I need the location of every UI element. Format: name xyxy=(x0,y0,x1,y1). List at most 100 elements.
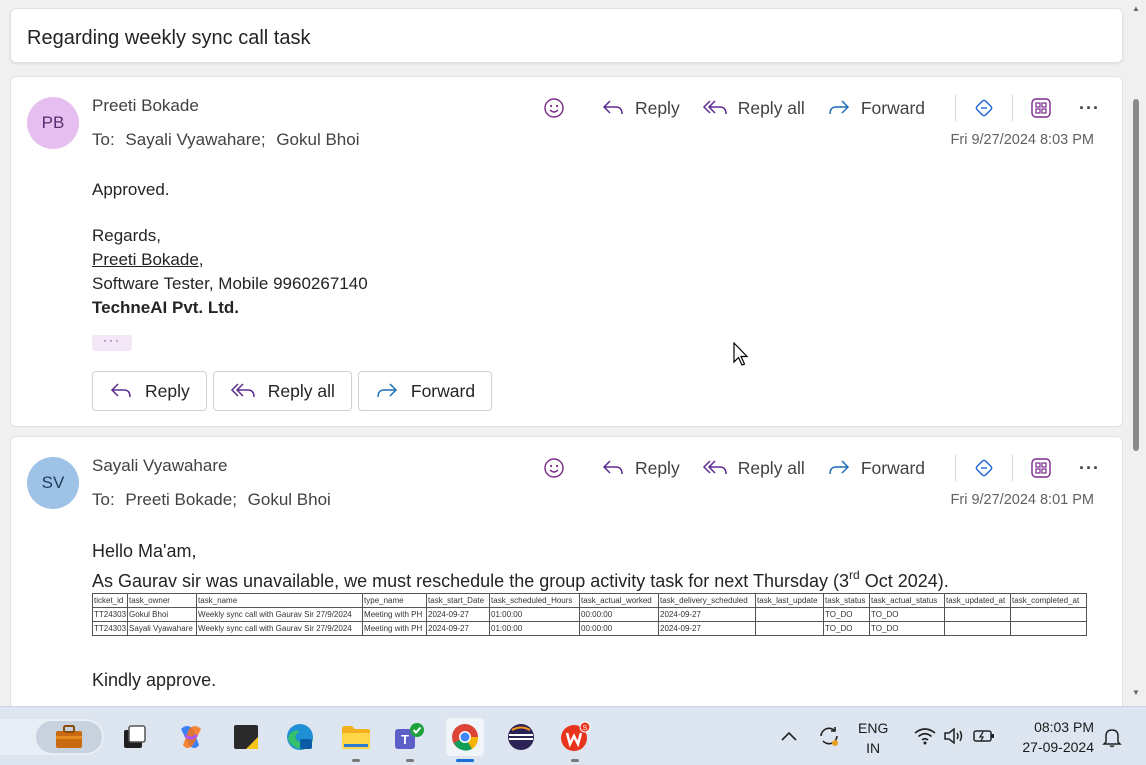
table-header-cell: task_scheduled_Hours xyxy=(489,593,581,608)
reply-all-icon xyxy=(702,460,727,475)
table-cell xyxy=(944,607,1012,622)
divider xyxy=(955,95,957,121)
task-view-icon[interactable] xyxy=(115,718,153,756)
notifications-bell-icon[interactable] xyxy=(1101,726,1123,753)
message-preeti[interactable]: PB Preeti Bokade To: Sayali Vyawahare; G… xyxy=(10,76,1123,427)
more-options-icon[interactable]: ··· xyxy=(1079,98,1100,119)
message-sayali[interactable]: SV Sayali Vyawahare To: Preeti Bokade; G… xyxy=(10,436,1123,716)
avatar[interactable]: PB xyxy=(27,97,79,149)
sticky-notes-icon[interactable] xyxy=(227,718,265,756)
apps-icon[interactable] xyxy=(1027,94,1055,122)
system-clock[interactable]: 08:03 PM 27-09-2024 xyxy=(1010,717,1094,757)
loop-icon[interactable] xyxy=(970,94,998,122)
table-header-cell: task_actual_status xyxy=(869,593,946,608)
footer-forward-button[interactable]: Forward xyxy=(357,371,493,411)
react-button[interactable] xyxy=(543,97,575,119)
eclipse-icon[interactable] xyxy=(502,718,540,756)
sender-name[interactable]: Sayali Vyawahare xyxy=(92,456,227,476)
loop-icon[interactable] xyxy=(970,454,998,482)
table-cell: TO_DO xyxy=(869,621,946,636)
table-header-cell: task_delivery_scheduled xyxy=(658,593,757,608)
reply-all-button[interactable]: Reply all xyxy=(702,458,805,479)
scrollbar[interactable]: ▲ ▼ xyxy=(1128,0,1146,706)
table-cell: 2024-09-27 xyxy=(658,607,757,622)
table-cell: 2024-09-27 xyxy=(658,621,757,636)
body-text-start: As Gaurav sir was unavailable, we must r… xyxy=(92,571,850,591)
teams-icon[interactable]: T xyxy=(391,718,429,762)
battery-icon[interactable] xyxy=(972,726,996,751)
footer-reply-all-button[interactable]: Reply all xyxy=(212,371,352,411)
signature-title: Software Tester, Mobile 9960267140 xyxy=(92,274,368,293)
table-row: TT24303 Gokul Bhoi Weekly sync call with G… xyxy=(91,607,1088,622)
sync-icon[interactable] xyxy=(816,723,842,754)
table-cell xyxy=(944,621,1012,636)
message-actions: Reply Reply all Forward ··· xyxy=(543,94,1100,122)
copilot-icon[interactable] xyxy=(172,718,210,756)
smile-icon xyxy=(544,98,564,118)
smile-icon xyxy=(544,458,564,478)
table-cell xyxy=(755,621,825,636)
avatar[interactable]: SV xyxy=(27,457,79,509)
table-cell xyxy=(1010,621,1088,636)
forward-icon xyxy=(829,460,849,475)
react-button[interactable] xyxy=(543,457,575,479)
chrome-icon[interactable] xyxy=(446,718,484,762)
divider xyxy=(1012,455,1014,481)
forward-button[interactable]: Forward xyxy=(827,458,925,479)
briefcase-icon[interactable] xyxy=(36,721,102,753)
table-cell: Weekly sync call with Gaurav Sir 27/9/20… xyxy=(196,607,364,622)
scroll-up-icon[interactable]: ▲ xyxy=(1132,4,1140,13)
recipient[interactable]: Gokul Bhoi xyxy=(248,490,331,509)
show-quoted-text-button[interactable]: ··· xyxy=(92,334,132,351)
reply-button[interactable]: Reply xyxy=(601,458,680,479)
edge-icon[interactable] xyxy=(281,718,319,756)
table-cell: Meeting with PH xyxy=(362,607,428,622)
widgets-button[interactable] xyxy=(0,719,104,755)
to-label: To: xyxy=(92,490,115,509)
running-indicator xyxy=(406,759,414,762)
divider xyxy=(955,455,957,481)
reply-all-button[interactable]: Reply all xyxy=(702,98,805,119)
volume-icon[interactable] xyxy=(943,726,965,751)
message-actions: Reply Reply all Forward ··· xyxy=(543,454,1100,482)
table-header-cell: task_completed_at xyxy=(1010,593,1088,608)
message-date: Fri 9/27/2024 8:01 PM xyxy=(950,492,1094,508)
forward-label: Forward xyxy=(860,457,926,478)
show-hidden-icons-chevron-icon[interactable] xyxy=(778,727,800,750)
email-subject: Regarding weekly sync call task xyxy=(27,27,311,49)
reply-button[interactable]: Reply xyxy=(601,98,680,119)
table-cell xyxy=(1010,607,1088,622)
table-header-cell: task_updated_at xyxy=(944,593,1012,608)
table-header-cell: type_name xyxy=(362,593,428,608)
footer-actions: Reply Reply all Forward xyxy=(92,371,498,411)
table-cell: TO_DO xyxy=(869,607,946,622)
wps-office-icon[interactable]: S xyxy=(556,718,594,762)
reply-icon xyxy=(110,383,131,398)
sender-name[interactable]: Preeti Bokade xyxy=(92,96,199,116)
scroll-down-icon[interactable]: ▼ xyxy=(1132,688,1140,697)
forward-icon xyxy=(829,100,849,115)
forward-button[interactable]: Forward xyxy=(827,98,925,119)
recipient[interactable]: Preeti Bokade; xyxy=(125,490,237,509)
closing-text: Kindly approve. xyxy=(92,670,217,690)
table-cell: 00:00:00 xyxy=(579,621,660,636)
apps-icon[interactable] xyxy=(1027,454,1055,482)
reply-label: Reply xyxy=(634,97,680,118)
forward-label: Forward xyxy=(410,380,476,401)
recipient[interactable]: Sayali Vyawahare; xyxy=(125,130,265,149)
wifi-icon[interactable] xyxy=(913,726,937,751)
input-language[interactable]: ENG IN xyxy=(858,718,888,758)
more-options-icon[interactable]: ··· xyxy=(1079,458,1100,479)
scrollbar-thumb[interactable] xyxy=(1133,99,1139,451)
reply-all-label: Reply all xyxy=(267,380,335,401)
body-text-end: Oct 2024). xyxy=(859,571,949,591)
table-cell: Gokul Bhoi xyxy=(127,607,198,622)
footer-reply-button[interactable]: Reply xyxy=(92,371,207,411)
reply-all-icon xyxy=(230,383,255,398)
recipients-line: To: Sayali Vyawahare; Gokul Bhoi xyxy=(92,130,366,150)
recipient[interactable]: Gokul Bhoi xyxy=(276,130,359,149)
subject-card: Regarding weekly sync call task xyxy=(10,8,1123,63)
file-explorer-icon[interactable] xyxy=(337,718,375,762)
to-label: To: xyxy=(92,130,115,149)
clock-date: 27-09-2024 xyxy=(1022,739,1094,755)
